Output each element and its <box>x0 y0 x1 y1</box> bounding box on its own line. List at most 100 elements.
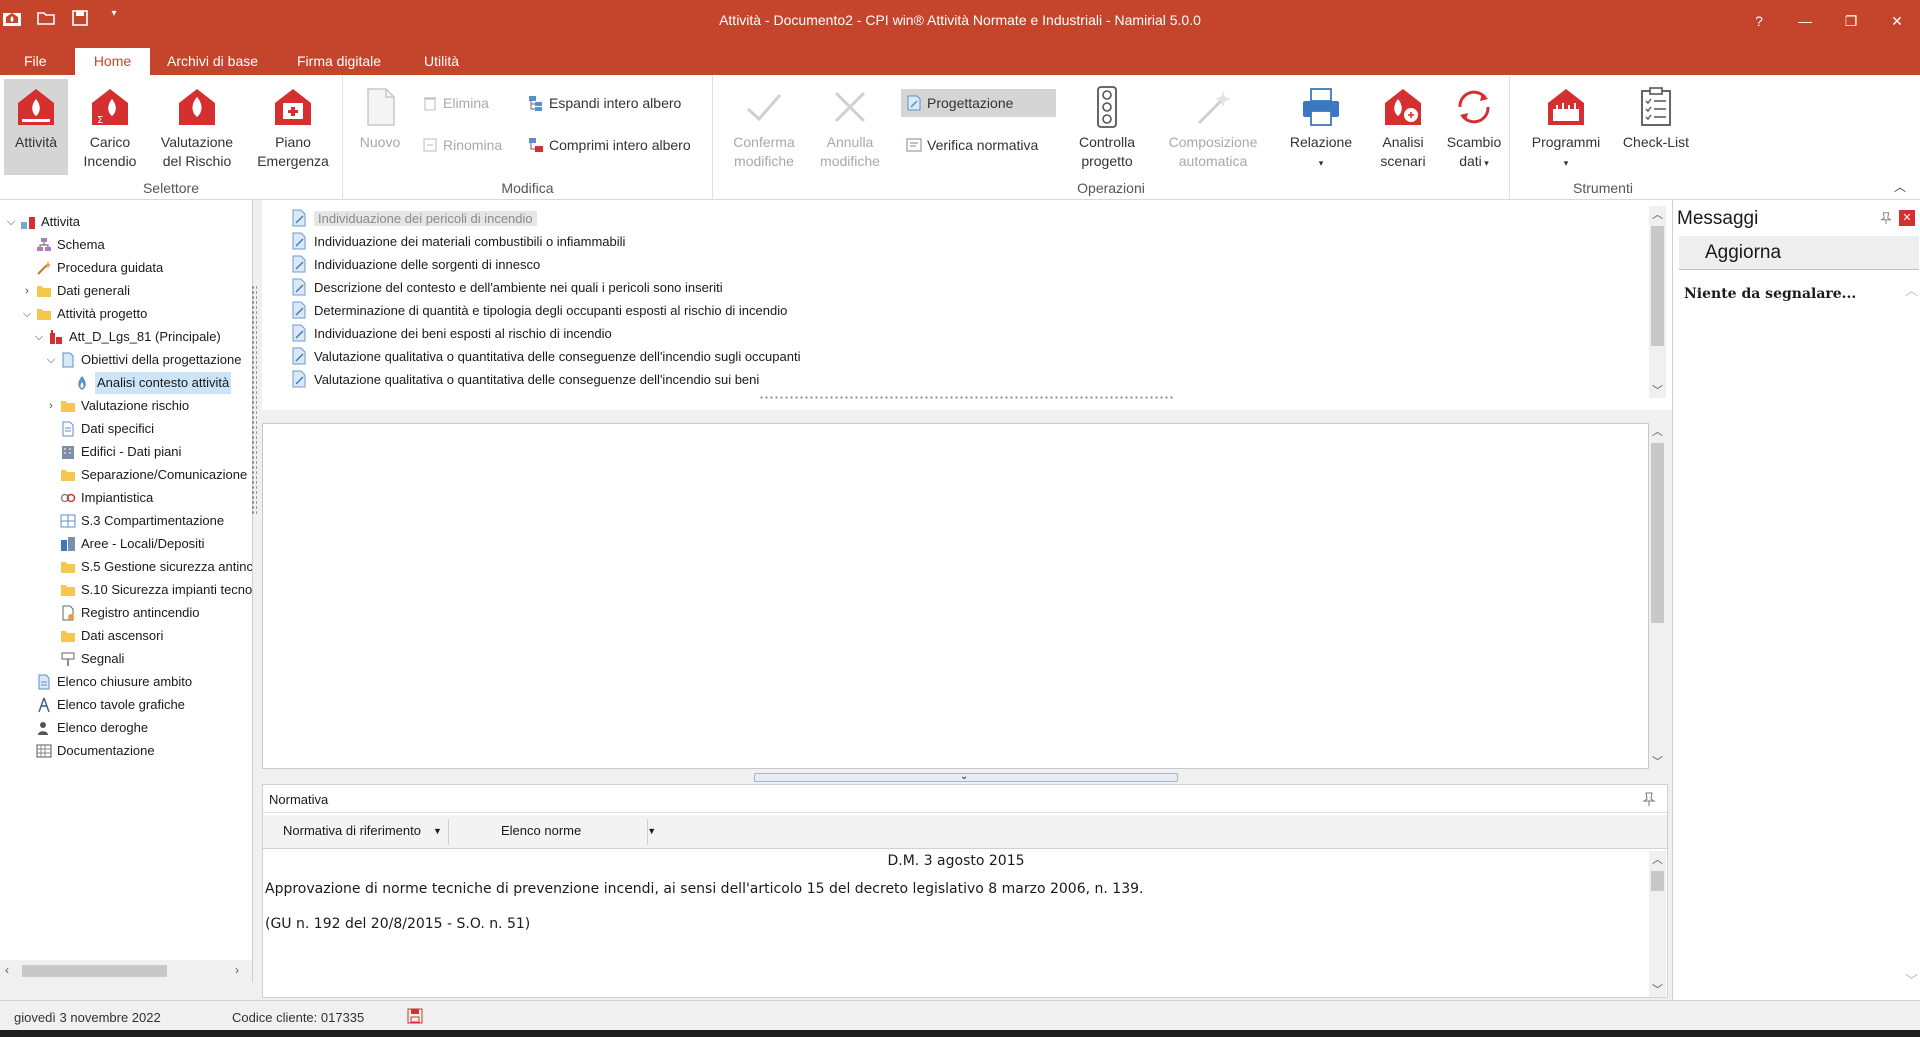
collapse-ribbon-icon[interactable]: ︿ <box>1894 178 1906 195</box>
tree-node[interactable]: Separazione/Comunicazione <box>44 464 247 486</box>
scroll-down-icon[interactable]: ﹀ <box>1905 970 1918 989</box>
tree-node[interactable]: › Dati generali <box>20 280 130 302</box>
tree-node[interactable]: Schema <box>20 234 105 256</box>
tree-node[interactable]: Segnali <box>44 648 124 670</box>
pin-icon[interactable] <box>1879 211 1893 225</box>
restore-button[interactable]: ❐ <box>1828 0 1874 42</box>
list-splitter-grip[interactable] <box>759 395 1173 400</box>
editor-vertical-scrollbar[interactable]: ︿ ﹀ <box>1649 423 1666 769</box>
scrollbar-thumb[interactable] <box>22 965 167 977</box>
editor-splitter[interactable]: ⌄ <box>754 771 1178 782</box>
tree-splitter-grip[interactable] <box>251 285 257 515</box>
list-item[interactable]: Individuazione delle sorgenti di innesco <box>290 253 540 275</box>
tree-node[interactable]: S.3 Compartimentazione <box>44 510 224 532</box>
scrollbar-thumb[interactable] <box>1651 871 1664 891</box>
elimina-button[interactable]: Elimina <box>417 89 493 117</box>
list-item[interactable]: Valutazione qualitativa o quantitativa d… <box>290 345 800 367</box>
tree-node[interactable]: Documentazione <box>20 740 155 762</box>
chevron-down-icon: ⌄ <box>960 771 969 782</box>
save-status-icon[interactable] <box>407 1008 423 1024</box>
relazione-button[interactable]: Relazione ▾ <box>1281 79 1361 175</box>
schema-icon <box>37 238 51 251</box>
normativa-vertical-scrollbar[interactable]: ︿ ﹀ <box>1649 851 1666 997</box>
collapse-icon[interactable]: ⌵ <box>44 349 58 371</box>
tree-node[interactable]: Procedura guidata <box>20 257 163 279</box>
pin-icon[interactable] <box>1641 791 1657 807</box>
minimize-button[interactable]: — <box>1782 0 1828 42</box>
expand-icon[interactable]: › <box>20 280 34 302</box>
list-item[interactable]: Individuazione dei materiali combustibil… <box>290 230 625 252</box>
tree-node[interactable]: Dati ascensori <box>44 625 163 647</box>
scroll-down-icon[interactable]: ﹀ <box>1649 382 1666 398</box>
carico-incendio-button[interactable]: Σ Carico Incendio <box>76 79 144 175</box>
piano-emergenza-button[interactable]: Piano Emergenza <box>250 79 336 175</box>
help-button[interactable]: ? <box>1736 0 1782 42</box>
tree-node[interactable]: ⌵ Attività progetto <box>20 303 148 325</box>
expand-icon[interactable]: › <box>44 395 58 417</box>
scroll-up-icon[interactable]: ︿ <box>1649 851 1666 867</box>
tree-node[interactable]: Elenco chiusure ambito <box>20 671 192 693</box>
check-list-button[interactable]: Check-List <box>1618 79 1694 175</box>
scroll-up-icon[interactable]: ︿ <box>1905 280 1918 299</box>
list-item[interactable]: Individuazione dei pericoli di incendio <box>290 207 537 229</box>
tab-utilita[interactable]: Utilità <box>410 48 473 75</box>
scrollbar-thumb[interactable] <box>1651 226 1664 346</box>
tree-node[interactable]: S.5 Gestione sicurezza antincendio <box>44 556 252 578</box>
content-editor[interactable] <box>262 423 1649 769</box>
scambio-dati-button[interactable]: Scambio dati ▾ <box>1443 79 1505 175</box>
scroll-down-icon[interactable]: ﹀ <box>1649 981 1666 997</box>
tree-node[interactable]: › Valutazione rischio <box>44 395 189 417</box>
composizione-automatica-button[interactable]: Composizione automatica <box>1153 79 1273 175</box>
list-item[interactable]: Determinazione di quantità e tipologia d… <box>290 299 787 321</box>
tree-node[interactable]: Registro antincendio <box>44 602 200 624</box>
tab-firma-digitale[interactable]: Firma digitale <box>283 48 395 75</box>
list-item[interactable]: Individuazione dei beni esposti al risch… <box>290 322 612 344</box>
tree-node[interactable]: Impiantistica <box>44 487 153 509</box>
tab-file[interactable]: File <box>10 48 61 75</box>
tree-node-selected[interactable]: Analisi contesto attività <box>58 372 232 394</box>
tree-horizontal-scrollbar[interactable]: ‹ › <box>0 960 252 982</box>
programmi-button[interactable]: Programmi ▾ <box>1520 79 1612 175</box>
scroll-left-icon[interactable]: ‹ <box>5 963 9 977</box>
list-item[interactable]: Descrizione del contesto e dell'ambiente… <box>290 276 723 298</box>
nuovo-button[interactable]: Nuovo <box>351 79 409 175</box>
objectives-vertical-scrollbar[interactable]: ︿ ﹀ <box>1649 206 1666 398</box>
tree-node[interactable]: ⌵ Attivita <box>4 211 80 233</box>
scrollbar-thumb[interactable] <box>1651 443 1664 623</box>
scroll-up-icon[interactable]: ︿ <box>1649 206 1666 222</box>
tree-node[interactable]: Dati specifici <box>44 418 154 440</box>
tree-node[interactable]: Elenco tavole grafiche <box>20 694 185 716</box>
tab-home[interactable]: Home <box>75 48 150 75</box>
comprimi-albero-button[interactable]: Comprimi intero albero <box>523 131 695 159</box>
verifica-normativa-button[interactable]: Verifica normativa <box>901 131 1042 159</box>
tab-archivi-di-base[interactable]: Archivi di base <box>153 48 272 75</box>
rinomina-button[interactable]: Rinomina <box>417 131 506 159</box>
conferma-modifiche-button[interactable]: Conferma modifiche <box>725 79 803 175</box>
analisi-scenari-button[interactable]: Analisi scenari <box>1369 79 1437 175</box>
progettazione-button[interactable]: Progettazione <box>901 89 1056 117</box>
normativa-riferimento-dropdown[interactable]: Normativa di riferimento ▼ <box>283 823 442 838</box>
elenco-norme-dropdown[interactable]: Elenco norme ▼ <box>501 823 656 838</box>
annulla-modifiche-button[interactable]: Annulla modifiche <box>811 79 889 175</box>
collapse-icon[interactable]: ⌵ <box>20 303 34 325</box>
tree-node[interactable]: Edifici - Dati piani <box>44 441 181 463</box>
close-button[interactable]: ✕ <box>1874 0 1920 42</box>
delete-icon <box>424 97 436 111</box>
collapse-icon[interactable]: ⌵ <box>32 326 46 348</box>
collapse-icon[interactable]: ⌵ <box>4 211 18 233</box>
list-item[interactable]: Valutazione qualitativa o quantitativa d… <box>290 368 759 390</box>
tree-node[interactable]: ⌵ Att_D_Lgs_81 (Principale) <box>32 326 221 348</box>
scroll-right-icon[interactable]: › <box>235 963 239 977</box>
controlla-progetto-button[interactable]: Controlla progetto <box>1067 79 1147 175</box>
scroll-down-icon[interactable]: ﹀ <box>1649 753 1666 769</box>
close-messages-icon[interactable]: ✕ <box>1899 210 1915 226</box>
tree-node[interactable]: Elenco deroghe <box>20 717 148 739</box>
scroll-up-icon[interactable]: ︿ <box>1649 423 1666 439</box>
aggiorna-button[interactable]: Aggiorna <box>1679 236 1919 270</box>
espandi-albero-button[interactable]: Espandi intero albero <box>523 89 685 117</box>
attivita-button[interactable]: Attività <box>4 79 68 175</box>
tree-node[interactable]: Aree - Locali/Depositi <box>44 533 205 555</box>
tree-node[interactable]: S.10 Sicurezza impianti tecnologici <box>44 579 252 601</box>
tree-node[interactable]: ⌵ Obiettivi della progettazione <box>44 349 241 371</box>
valutazione-rischio-button[interactable]: Valutazione del Rischio <box>152 79 242 175</box>
